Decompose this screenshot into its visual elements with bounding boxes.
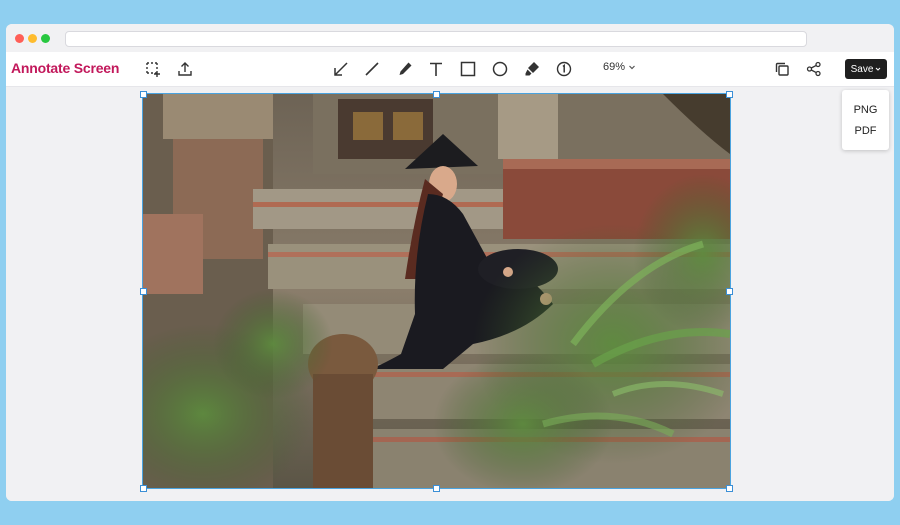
app-window: Annotate Screen 69% Save PNG PDF bbox=[6, 24, 894, 501]
copy-button[interactable] bbox=[771, 58, 793, 80]
text-icon bbox=[430, 62, 442, 76]
resize-handle-top-right[interactable] bbox=[726, 91, 733, 98]
upload-icon bbox=[178, 62, 192, 76]
save-option-png[interactable]: PNG bbox=[842, 104, 889, 116]
title-bar bbox=[6, 24, 894, 52]
share-icon bbox=[806, 61, 821, 77]
zoom-selector[interactable]: 69% bbox=[603, 61, 636, 73]
resize-handle-top-left[interactable] bbox=[140, 91, 147, 98]
resize-handle-bottom-left[interactable] bbox=[140, 485, 147, 492]
minimize-window-button[interactable] bbox=[28, 34, 37, 43]
step-number-icon bbox=[556, 61, 572, 77]
copy-icon bbox=[775, 62, 789, 76]
highlighter-tool-button[interactable] bbox=[521, 58, 543, 80]
maximize-window-button[interactable] bbox=[41, 34, 50, 43]
resize-handle-left[interactable] bbox=[140, 288, 147, 295]
close-window-button[interactable] bbox=[15, 34, 24, 43]
toolbar: Annotate Screen 69% Save bbox=[6, 52, 894, 87]
chevron-down-icon bbox=[876, 67, 881, 71]
circle-icon bbox=[492, 61, 508, 77]
text-tool-button[interactable] bbox=[425, 58, 447, 80]
highlighter-icon bbox=[525, 62, 539, 76]
zoom-level: 69% bbox=[603, 61, 626, 73]
chevron-down-icon bbox=[629, 65, 635, 70]
step-number-tool-button[interactable] bbox=[553, 58, 575, 80]
resize-handle-bottom-right[interactable] bbox=[726, 485, 733, 492]
share-button[interactable] bbox=[803, 58, 825, 80]
address-bar[interactable] bbox=[65, 31, 807, 47]
photo-scene bbox=[143, 94, 730, 488]
resize-handle-right[interactable] bbox=[726, 288, 733, 295]
app-title: Annotate Screen bbox=[11, 60, 120, 76]
resize-handle-top[interactable] bbox=[433, 91, 440, 98]
arrow-tool-button[interactable] bbox=[330, 58, 352, 80]
save-button[interactable]: Save bbox=[845, 59, 887, 79]
save-format-menu: PNG PDF bbox=[842, 90, 889, 150]
pen-tool-button[interactable] bbox=[394, 58, 416, 80]
rectangle-tool-button[interactable] bbox=[457, 58, 479, 80]
rectangle-icon bbox=[460, 61, 476, 77]
circle-tool-button[interactable] bbox=[489, 58, 511, 80]
arrow-icon bbox=[334, 62, 348, 76]
upload-button[interactable] bbox=[174, 58, 196, 80]
canvas-area bbox=[6, 87, 894, 501]
resize-handle-bottom[interactable] bbox=[433, 485, 440, 492]
line-tool-button[interactable] bbox=[361, 58, 383, 80]
crop-icon bbox=[146, 62, 160, 77]
crop-button[interactable] bbox=[142, 58, 164, 80]
save-button-label: Save bbox=[850, 63, 874, 75]
line-icon bbox=[365, 62, 379, 76]
save-option-pdf[interactable]: PDF bbox=[842, 125, 889, 137]
annotated-photo[interactable] bbox=[142, 93, 731, 489]
pen-icon bbox=[399, 62, 412, 75]
